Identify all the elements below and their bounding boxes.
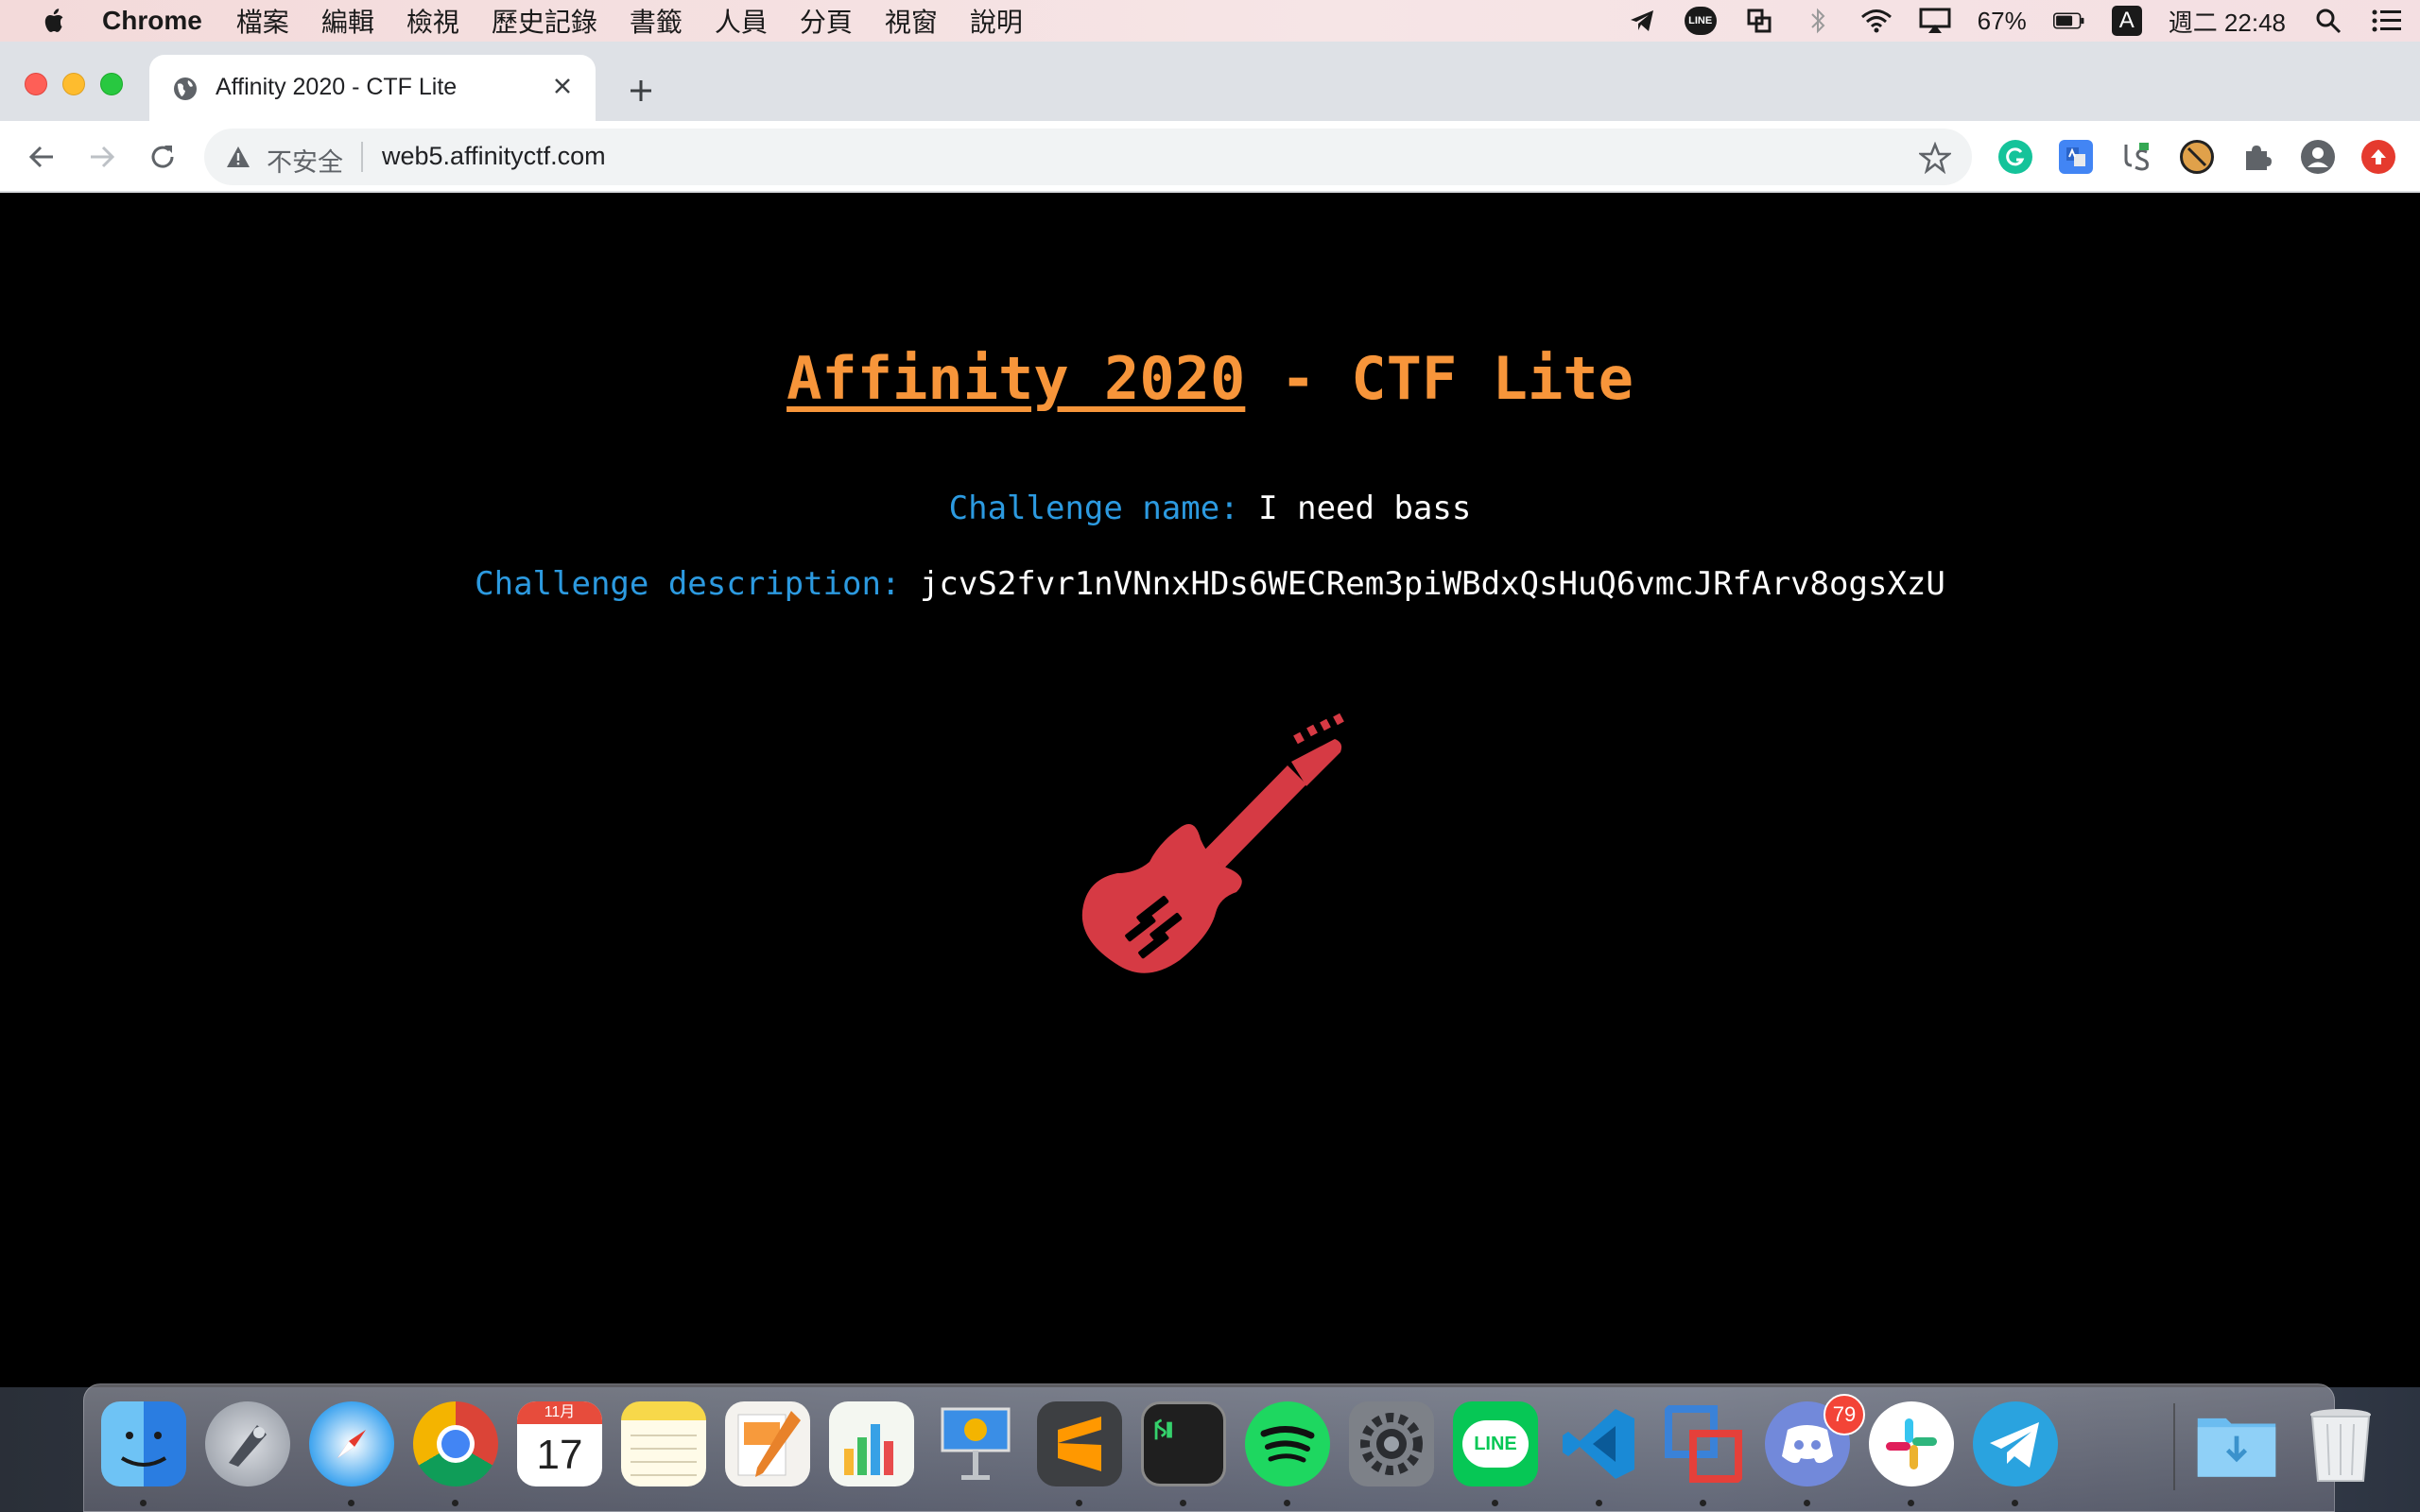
vscode-running-dot	[1596, 1500, 1602, 1506]
sublime-running-dot	[1076, 1500, 1082, 1506]
home-link[interactable]: Affinity 2020	[786, 344, 1245, 413]
dock: 11月 17 LINE 79	[83, 1383, 2371, 1512]
calendar-icon[interactable]: 11月 17	[517, 1401, 602, 1486]
security-status-label[interactable]: 不安全	[267, 142, 343, 179]
spotlight-search-icon[interactable]	[2312, 5, 2344, 37]
address-bar[interactable]: 不安全 web5.affinityctf.com	[204, 129, 1972, 185]
notes-icon[interactable]	[621, 1401, 706, 1486]
apple-menu-icon[interactable]	[36, 5, 74, 37]
challenge-name-value: I need bass	[1258, 490, 1472, 527]
finder-icon[interactable]	[101, 1401, 186, 1486]
tab-strip: Affinity 2020 - CTF Lite	[0, 42, 2420, 121]
url-text[interactable]: web5.affinityctf.com	[382, 142, 606, 171]
telegram-running-dot	[2012, 1500, 2018, 1506]
app-name-menu[interactable]: Chrome	[102, 6, 202, 36]
discord-notification-badge: 79	[1824, 1394, 1865, 1435]
cookie-block-extension-icon[interactable]	[2180, 140, 2214, 174]
menu-view[interactable]: 檢視	[406, 2, 459, 40]
battery-percent: 67%	[1977, 6, 2027, 35]
menubar-clock[interactable]: 週二 22:48	[2169, 4, 2286, 39]
telegram-icon[interactable]	[1973, 1401, 2058, 1486]
extensions-puzzle-icon[interactable]	[2240, 140, 2274, 174]
discord-running-dot	[1804, 1500, 1810, 1506]
browser-toolbar: 不安全 web5.affinityctf.com	[0, 121, 2420, 193]
chrome-running-dot	[452, 1500, 458, 1506]
grammarly-extension-icon[interactable]	[1998, 140, 2032, 174]
battery-icon[interactable]	[2052, 5, 2085, 37]
line-running-dot	[1492, 1500, 1498, 1506]
safari-icon[interactable]	[309, 1401, 394, 1486]
forward-button[interactable]	[83, 138, 121, 176]
menu-tab[interactable]: 分頁	[800, 2, 853, 40]
safari-running-dot	[348, 1500, 354, 1506]
warning-icon[interactable]	[225, 144, 251, 170]
trash-icon[interactable]	[2298, 1401, 2383, 1486]
page-content: Affinity 2020 - CTF Lite Challenge name:…	[0, 193, 2420, 1387]
tab-title: Affinity 2020 - CTF Lite	[216, 74, 458, 100]
menu-bar: Chrome 檔案 編輯 檢視 歷史記錄 書籤 人員 分頁 視窗 說明 LINE…	[0, 0, 2420, 42]
downloads-folder-icon[interactable]	[2194, 1401, 2279, 1486]
bookmark-star-icon[interactable]	[1919, 142, 1951, 174]
menu-people[interactable]: 人員	[715, 2, 768, 40]
line-status-icon[interactable]: LINE	[1684, 7, 1717, 35]
menu-help[interactable]: 說明	[970, 2, 1023, 40]
terminal-running-dot	[1180, 1500, 1186, 1506]
spotify-running-dot	[1284, 1500, 1290, 1506]
line-app-icon[interactable]: LINE	[1453, 1401, 1538, 1486]
launchpad-icon[interactable]	[205, 1401, 290, 1486]
sublime-text-icon[interactable]	[1037, 1401, 1122, 1486]
window-close-button[interactable]	[25, 73, 47, 95]
omnibox-divider	[361, 142, 363, 172]
reload-button[interactable]	[144, 138, 182, 176]
terminal-icon[interactable]	[1141, 1401, 1226, 1486]
globe-icon	[174, 77, 197, 100]
challenge-description-value: jcvS2fvr1nVNnxHDs6WECRem3piWBdxQsHuQ6vmc…	[919, 565, 1945, 603]
wifi-icon[interactable]	[1860, 5, 1893, 37]
menu-edit[interactable]: 編輯	[321, 2, 374, 40]
profile-avatar-icon[interactable]	[2301, 140, 2335, 174]
line-app-label: LINE	[1462, 1420, 1529, 1468]
menu-window[interactable]: 視窗	[885, 2, 938, 40]
telegram-status-icon[interactable]	[1626, 5, 1658, 37]
screen-capture-icon[interactable]	[1743, 5, 1775, 37]
pages-icon[interactable]	[725, 1401, 810, 1486]
slack-running-dot	[1908, 1500, 1914, 1506]
keynote-icon[interactable]	[933, 1401, 1018, 1486]
back-button[interactable]	[23, 138, 60, 176]
spotify-icon[interactable]	[1245, 1401, 1330, 1486]
menu-file[interactable]: 檔案	[236, 2, 289, 40]
calendar-month: 11月	[517, 1401, 602, 1424]
chrome-icon[interactable]	[413, 1401, 498, 1486]
numbers-icon[interactable]	[829, 1401, 914, 1486]
calendar-day: 17	[536, 1432, 583, 1478]
challenge-name-label: Challenge name:	[948, 490, 1239, 527]
active-tab[interactable]: Affinity 2020 - CTF Lite	[149, 55, 596, 121]
input-source-indicator[interactable]: A	[2111, 6, 2142, 36]
window-minimize-button[interactable]	[62, 73, 85, 95]
page-heading: Affinity 2020 - CTF Lite	[0, 344, 2420, 413]
notification-center-icon[interactable]	[2371, 5, 2403, 37]
window-zoom-button[interactable]	[100, 73, 123, 95]
update-available-icon[interactable]	[2361, 140, 2395, 174]
menu-history[interactable]: 歷史記錄	[492, 2, 597, 40]
js-toggle-extension-icon[interactable]	[2119, 140, 2153, 174]
google-translate-extension-icon[interactable]	[2059, 140, 2093, 174]
tab-close-icon[interactable]	[546, 70, 579, 102]
challenge-description-label: Challenge description:	[475, 565, 901, 603]
vmware-fusion-icon[interactable]	[1661, 1401, 1746, 1486]
bass-guitar-icon	[1081, 713, 1344, 973]
challenge-name-line: Challenge name: I need bass	[0, 490, 2420, 527]
menu-bookmarks[interactable]: 書籤	[630, 2, 683, 40]
airplay-icon[interactable]	[1919, 5, 1951, 37]
dock-separator	[2173, 1403, 2175, 1490]
bluetooth-icon[interactable]	[1802, 5, 1834, 37]
finder-running-dot	[140, 1500, 147, 1506]
slack-icon[interactable]	[1869, 1401, 1954, 1486]
challenge-description-line: Challenge description: jcvS2fvr1nVNnxHDs…	[0, 565, 2420, 603]
vscode-icon[interactable]	[1557, 1401, 1642, 1486]
vmware-running-dot	[1700, 1500, 1706, 1506]
new-tab-button[interactable]	[624, 74, 658, 108]
system-preferences-icon[interactable]	[1349, 1401, 1434, 1486]
heading-suffix: - CTF Lite	[1245, 344, 1634, 413]
